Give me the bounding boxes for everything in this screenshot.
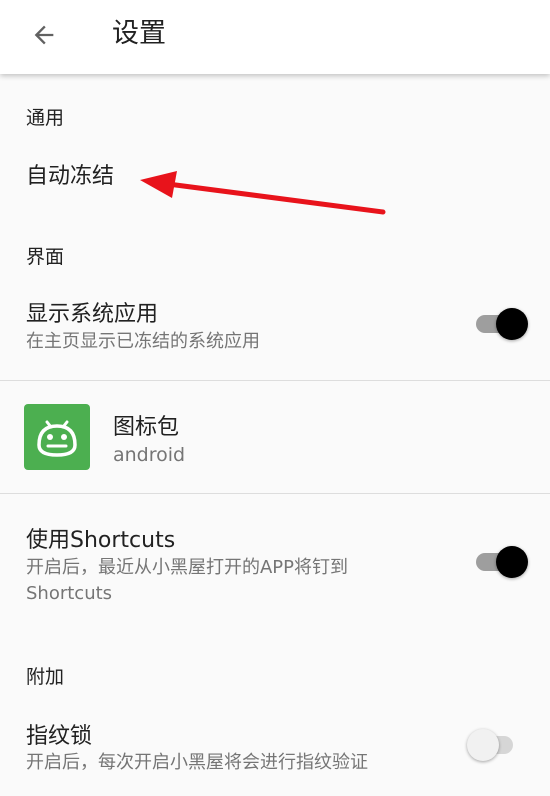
icon-pack-preview [24, 404, 90, 470]
pref-fingerprint-lock[interactable]: 指纹锁 开启后，每次开启小黑屋将会进行指纹验证 [0, 700, 550, 796]
pref-shortcuts[interactable]: 使用Shortcuts 开启后，最近从小黑屋打开的APP将钉到Shortcuts [0, 494, 550, 624]
app-bar: 设置 [0, 0, 550, 74]
pref-icon-pack-title: 图标包 [113, 415, 180, 440]
section-header-extra: 附加 [26, 666, 65, 688]
show-system-apps-switch[interactable] [476, 308, 528, 340]
section-header-general: 通用 [26, 107, 65, 129]
android-robot-icon [37, 420, 77, 457]
pref-show-system-apps-summary: 在主页显示已冻结的系统应用 [26, 331, 260, 352]
pref-show-system-apps[interactable]: 显示系统应用 在主页显示已冻结的系统应用 [0, 282, 550, 380]
section-header-interface: 界面 [26, 246, 65, 268]
pref-show-system-apps-title: 显示系统应用 [26, 302, 159, 327]
back-button[interactable] [22, 13, 66, 57]
switch-thumb [496, 546, 528, 578]
fingerprint-lock-switch[interactable] [467, 729, 513, 761]
pref-shortcuts-summary: 开启后，最近从小黑屋打开的APP将钉到Shortcuts [26, 557, 349, 604]
page-title: 设置 [112, 18, 166, 49]
switch-thumb [496, 308, 528, 340]
switch-thumb [467, 729, 499, 761]
pref-icon-pack-summary: android [113, 444, 186, 466]
shortcuts-switch[interactable] [476, 546, 528, 578]
pref-auto-freeze[interactable]: 自动冻结 [0, 140, 550, 212]
pref-auto-freeze-title: 自动冻结 [26, 164, 115, 189]
pref-shortcuts-title: 使用Shortcuts [26, 528, 176, 553]
pref-fingerprint-lock-summary: 开启后，每次开启小黑屋将会进行指纹验证 [26, 752, 368, 773]
pref-fingerprint-lock-title: 指纹锁 [26, 724, 93, 749]
arrow-left-icon [34, 25, 54, 45]
